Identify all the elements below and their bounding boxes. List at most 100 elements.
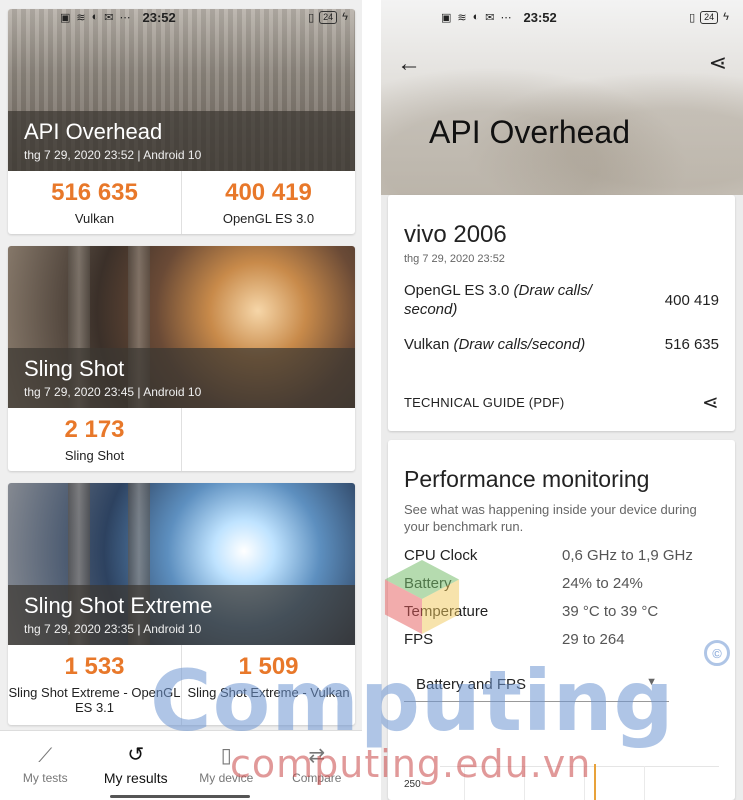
more-icon: ⋯ [119, 11, 131, 24]
score-row: 516 635 Vulkan 400 419 OpenGL ES 3.0 [8, 171, 355, 234]
nav-my-tests[interactable]: ⟋ My tests [0, 731, 91, 800]
battery-icon: 24 [700, 10, 719, 24]
metric-value: 400 419 [664, 291, 719, 309]
feather-icon: ⟋ [38, 745, 53, 767]
wifi-icon: ≋ [76, 11, 86, 24]
perf-key: CPU Clock [404, 547, 478, 564]
gesture-bar[interactable] [110, 795, 250, 798]
technical-guide-label: TECHNICAL GUIDE (PDF) [404, 395, 565, 410]
perf-row: Temperature 39 °C to 39 °C [404, 603, 719, 620]
battery-icon: 24 [319, 10, 338, 24]
technical-guide-link[interactable]: TECHNICAL GUIDE (PDF) ⋖ [404, 390, 719, 415]
bottom-navigation: ⟋ My tests ↺ My results ▯ My device ⇄ Co… [0, 730, 362, 800]
metric-value: 516 635 [664, 336, 719, 353]
grid-line [524, 766, 525, 800]
card-date: thg 7 29, 2020 23:35 | Android 10 [24, 622, 202, 636]
app-icon: ◐ [472, 11, 480, 23]
chart-metric-select[interactable]: Battery and FPS ▼ [404, 668, 669, 702]
result-card-api-overhead[interactable]: API Overhead thg 7 29, 2020 23:52 | Andr… [8, 9, 355, 234]
score-value: 1 509 [238, 653, 299, 680]
performance-monitoring-card: Performance monitoring See what was happ… [388, 440, 735, 800]
vibrate-icon: ▯ [689, 11, 696, 24]
perf-value: 0,6 GHz to 1,9 GHz [562, 547, 693, 564]
banner-overlay: Sling Shot thg 7 29, 2020 23:45 | Androi… [8, 348, 355, 408]
perf-key: Battery [404, 575, 452, 592]
score-value: 1 533 [64, 653, 125, 680]
metric-row: OpenGL ES 3.0 (Draw calls/ second) 400 4… [404, 281, 719, 319]
fps-series-line [594, 764, 596, 800]
score-value: 2 173 [64, 416, 125, 443]
perf-title: Performance monitoring [404, 466, 650, 492]
nav-label: My device [199, 771, 254, 785]
device-result-card: vivo 2006 thg 7 29, 2020 23:52 OpenGL ES… [388, 195, 735, 431]
result-card-sling-shot[interactable]: Sling Shot thg 7 29, 2020 23:45 | Androi… [8, 246, 355, 471]
score-cell-empty [181, 408, 355, 471]
share-icon[interactable]: ⋖ [702, 390, 719, 415]
perf-key: Temperature [404, 603, 489, 620]
grid-line [584, 766, 585, 800]
compare-icon: ⇄ [308, 745, 326, 767]
notification-icon: ▣ [60, 11, 71, 24]
score-cell: 1 533 Sling Shot Extreme - OpenGL ES 3.1 [8, 645, 181, 725]
score-cell: 1 509 Sling Shot Extreme - Vulkan [181, 645, 355, 725]
nav-my-device[interactable]: ▯ My device [181, 731, 272, 800]
nav-compare[interactable]: ⇄ Compare [272, 731, 363, 800]
app-icon: ◐ [91, 11, 99, 23]
perf-chart: 250 [404, 748, 719, 800]
perf-row: CPU Clock 0,6 GHz to 1,9 GHz [404, 547, 719, 564]
charging-icon: ϟ [342, 11, 348, 23]
charging-icon: ϟ [723, 11, 729, 23]
nav-my-results[interactable]: ↺ My results [91, 731, 182, 800]
score-value: 400 419 [225, 179, 312, 206]
metric-row: Vulkan (Draw calls/second) 516 635 [404, 335, 719, 354]
y-axis-tick: 250 [404, 779, 421, 790]
card-title: Sling Shot Extreme [24, 593, 213, 618]
status-time: 23:52 [142, 9, 176, 25]
grid-line [644, 766, 645, 800]
metric-unit: (Draw calls/second) [453, 336, 586, 353]
score-cell: 2 173 Sling Shot [8, 408, 181, 471]
score-cell: 516 635 Vulkan [8, 171, 181, 234]
share-icon[interactable]: ⋖ [709, 50, 727, 76]
nav-label: My tests [22, 771, 68, 785]
banner-overlay: Sling Shot Extreme thg 7 29, 2020 23:35 … [8, 585, 355, 645]
perf-value: 24% to 24% [562, 575, 643, 592]
result-card-sling-shot-extreme[interactable]: Sling Shot Extreme thg 7 29, 2020 23:35 … [8, 483, 355, 725]
score-label: OpenGL ES 3.0 [222, 211, 315, 226]
card-title: API Overhead [24, 119, 163, 144]
score-row: 1 533 Sling Shot Extreme - OpenGL ES 3.1… [8, 645, 355, 725]
status-time: 23:52 [523, 9, 557, 25]
notification-icon: ▣ [441, 11, 452, 24]
metric-name: OpenGL ES 3.0 [404, 282, 510, 299]
card-banner: Sling Shot Extreme thg 7 29, 2020 23:35 … [8, 483, 355, 645]
back-arrow-icon[interactable]: ← [397, 50, 421, 78]
phone-icon: ▯ [220, 745, 232, 767]
card-banner: Sling Shot thg 7 29, 2020 23:45 | Androi… [8, 246, 355, 408]
metric-name: Vulkan [404, 336, 450, 353]
banner-overlay: API Overhead thg 7 29, 2020 23:52 | Andr… [8, 111, 355, 171]
score-cell: 400 419 OpenGL ES 3.0 [181, 171, 355, 234]
score-label: Sling Shot Extreme - Vulkan [187, 685, 350, 700]
dropdown-caret-icon: ▼ [646, 676, 657, 688]
status-bar: ▣ ≋ ◐ ✉ ⋯ 23:52 ▯ 24 ϟ [381, 0, 743, 34]
perf-value: 29 to 264 [562, 631, 625, 648]
result-date: thg 7 29, 2020 23:52 [404, 253, 505, 265]
score-label: Sling Shot [64, 448, 125, 463]
card-date: thg 7 29, 2020 23:52 | Android 10 [24, 148, 202, 162]
score-label: Sling Shot Extreme - OpenGL ES 3.1 [8, 685, 181, 715]
history-icon: ↺ [127, 744, 145, 766]
perf-description: See what was happening inside your devic… [404, 502, 697, 534]
vibrate-icon: ▯ [308, 11, 315, 24]
select-value: Battery and FPS [416, 676, 527, 693]
mail-icon: ✉ [104, 11, 114, 24]
wifi-icon: ≋ [457, 11, 467, 24]
nav-label: Compare [292, 771, 342, 785]
device-name: vivo 2006 [404, 221, 507, 248]
results-list-screen: ▣ ≋ ◐ ✉ ⋯ 23:52 ▯ 24 ϟ API Overhead thg … [0, 0, 362, 800]
grid-line [464, 766, 465, 800]
score-label: Vulkan [74, 211, 115, 226]
result-detail-screen: ← ⋖ API Overhead ▣ ≋ ◐ ✉ ⋯ 23:52 ▯ 24 ϟ … [381, 0, 743, 800]
more-icon: ⋯ [500, 11, 512, 24]
perf-key: FPS [404, 631, 434, 648]
mail-icon: ✉ [485, 11, 495, 24]
